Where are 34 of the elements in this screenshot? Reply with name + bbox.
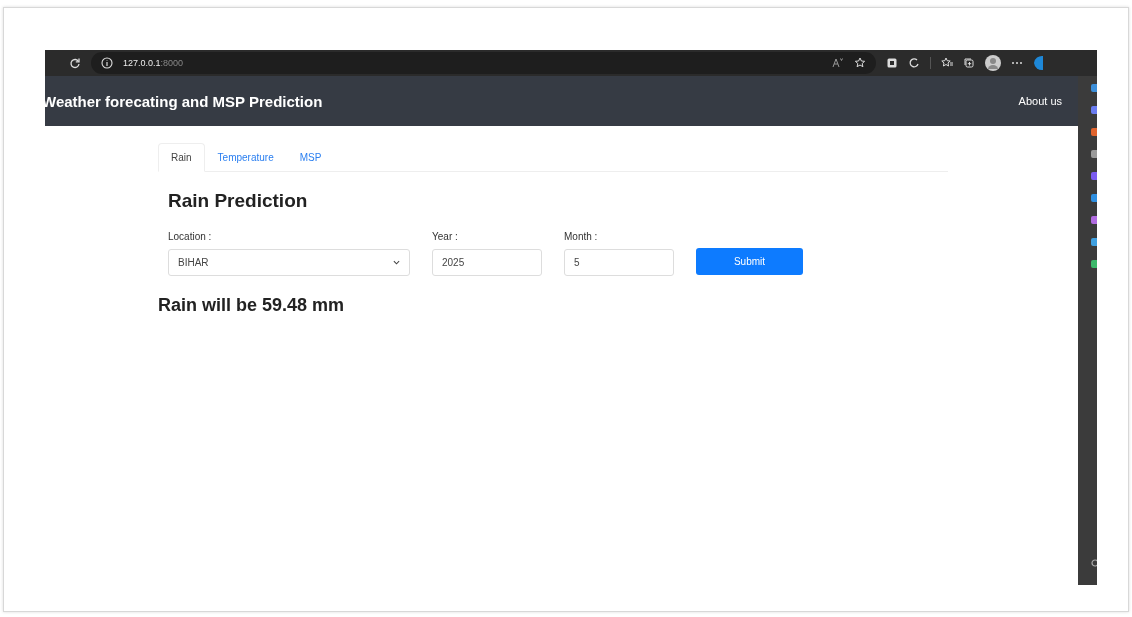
chevron-icon bbox=[393, 260, 400, 265]
tab-icon[interactable] bbox=[886, 57, 898, 69]
star-plus-icon[interactable] bbox=[854, 57, 866, 69]
app-icon[interactable] bbox=[1089, 150, 1097, 158]
favorites-icon[interactable] bbox=[941, 57, 953, 69]
address-bar[interactable]: 127.0.0.1:8000 bbox=[91, 52, 876, 74]
submit-button[interactable]: Submit bbox=[696, 248, 803, 275]
collections-icon[interactable] bbox=[963, 57, 975, 69]
read-aloud-icon[interactable] bbox=[832, 57, 844, 69]
location-select[interactable]: BIHAR bbox=[168, 249, 410, 276]
app-icon[interactable] bbox=[1089, 194, 1097, 202]
section-heading: Rain Prediction bbox=[168, 190, 309, 212]
app-icon[interactable] bbox=[1089, 106, 1097, 114]
url-port: :8000 bbox=[160, 58, 184, 68]
app-icon[interactable] bbox=[1089, 84, 1097, 92]
tab[interactable]: Temperature bbox=[204, 143, 287, 172]
input-field[interactable]: 2025 bbox=[432, 249, 542, 276]
url-host: 127.0.0.1 bbox=[123, 58, 161, 68]
nav-link[interactable]: About us bbox=[1018, 95, 1062, 107]
app-icon[interactable] bbox=[1089, 128, 1097, 136]
info-icon[interactable] bbox=[101, 57, 113, 69]
app-icon[interactable] bbox=[1089, 216, 1097, 224]
tab[interactable]: MSP bbox=[286, 143, 335, 172]
result-text: Rain will be 59.48 mm bbox=[158, 295, 346, 316]
tab[interactable]: Rain bbox=[158, 143, 205, 172]
input-field[interactable]: 5 bbox=[564, 249, 674, 276]
reload-icon[interactable] bbox=[69, 57, 81, 69]
field-label: Year : bbox=[432, 231, 459, 242]
field-label: Location : bbox=[168, 231, 213, 242]
app-icon[interactable] bbox=[1089, 260, 1097, 268]
app-icon[interactable] bbox=[1089, 172, 1097, 180]
field-label: Month : bbox=[564, 231, 599, 242]
app-icon[interactable] bbox=[1089, 238, 1097, 246]
avatar-icon[interactable] bbox=[985, 55, 1001, 71]
